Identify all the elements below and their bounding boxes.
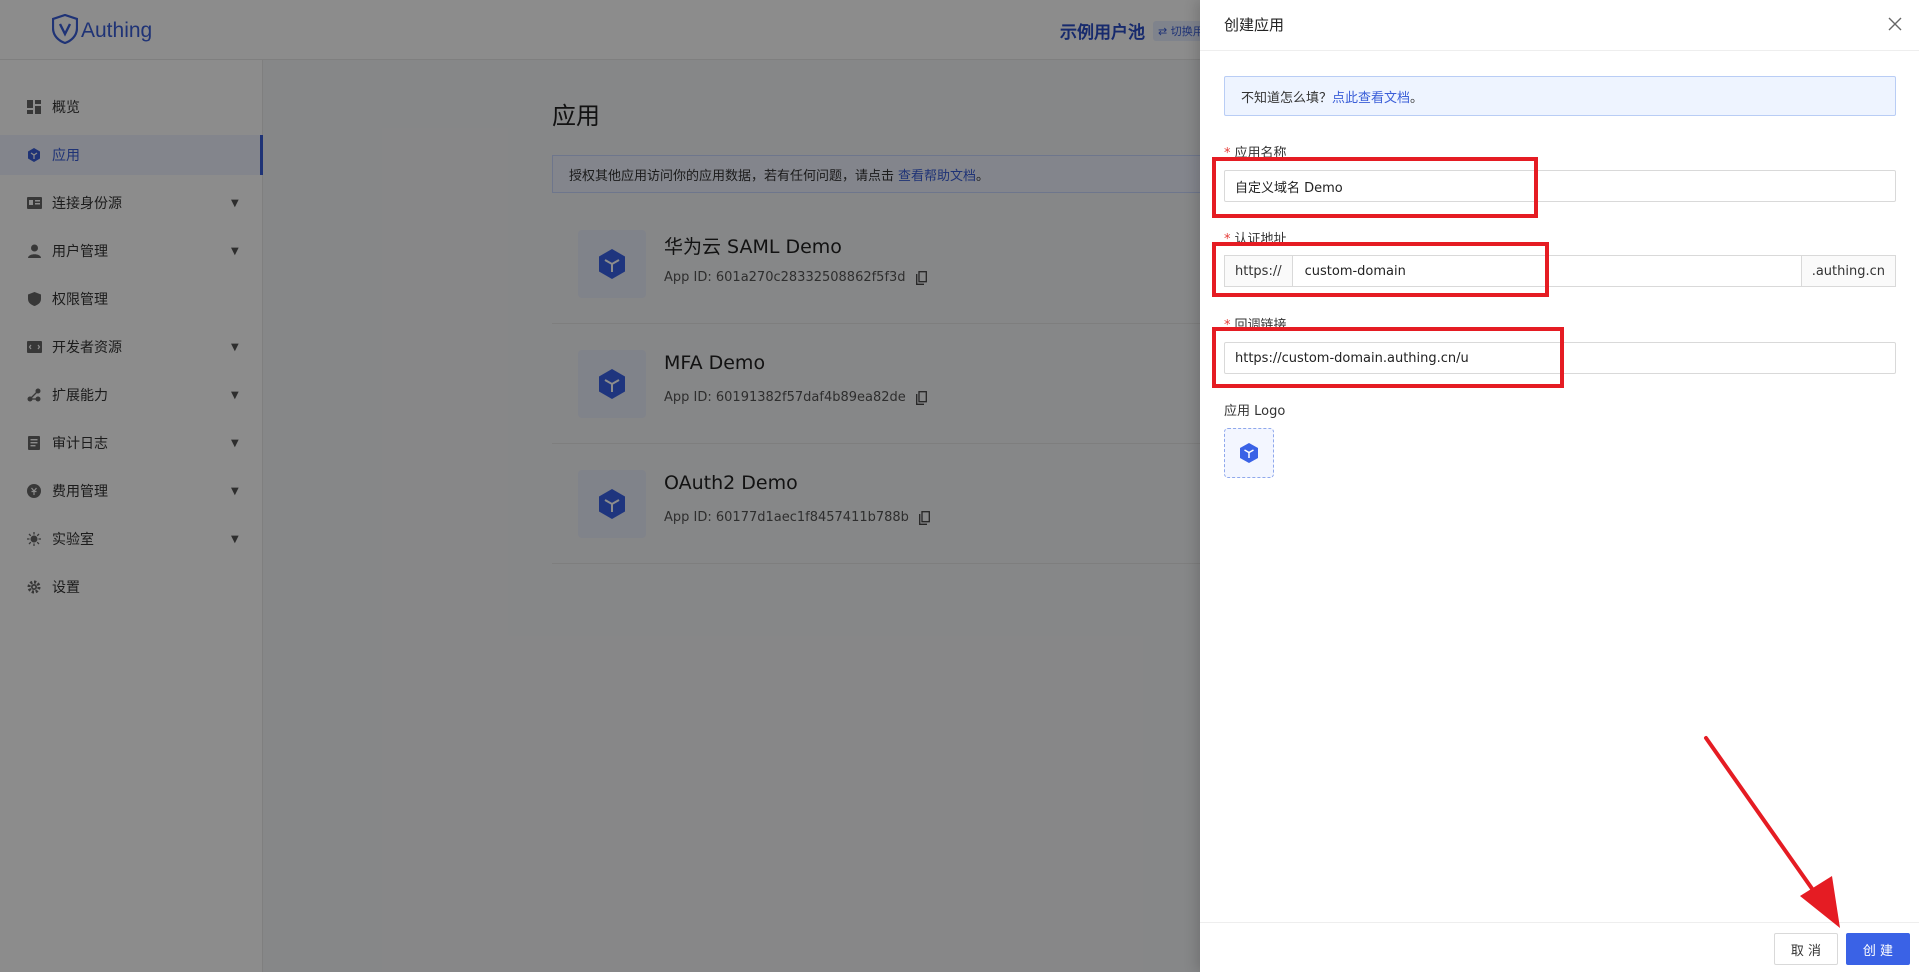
auth-address-label-text: 认证地址	[1234, 232, 1287, 247]
required-mark: *	[1224, 318, 1231, 333]
cancel-button[interactable]: 取 消	[1774, 933, 1838, 965]
app-name-input[interactable]	[1224, 170, 1896, 202]
create-app-drawer: 创建应用 不知道怎么填？ 点此查看文档 。 *应用名称 *认证地址 https:…	[1200, 0, 1919, 972]
close-button[interactable]	[1885, 14, 1905, 34]
auth-address-group: https:// .authing.cn	[1224, 255, 1896, 287]
app-name-label: * 应用名称	[1224, 142, 1287, 161]
create-button[interactable]: 创 建	[1846, 933, 1910, 965]
domain-suffix: .authing.cn	[1801, 255, 1896, 287]
tip-text: 不知道怎么填？	[1241, 90, 1333, 106]
required-mark: *	[1224, 232, 1231, 247]
drawer-footer: 取 消 创 建	[1200, 922, 1919, 972]
callback-url-label: * 回调链接	[1224, 314, 1287, 333]
drawer-header: 创建应用	[1200, 0, 1919, 51]
app-logo-label: 应用 Logo	[1224, 404, 1286, 419]
logo-upload-button[interactable]	[1224, 428, 1274, 478]
auth-address-label: * 认证地址	[1224, 228, 1287, 247]
callback-url-label-text: 回调链接	[1234, 318, 1287, 333]
https-prefix: https://	[1224, 255, 1292, 287]
callback-url-input[interactable]	[1224, 342, 1896, 374]
drawer-title: 创建应用	[1224, 16, 1285, 34]
auth-address-input[interactable]	[1291, 255, 1802, 287]
doc-tip-banner: 不知道怎么填？ 点此查看文档 。	[1224, 76, 1896, 116]
close-icon	[1888, 17, 1902, 31]
tip-suffix: 。	[1410, 90, 1424, 106]
cube-icon	[1240, 443, 1258, 463]
required-mark: *	[1224, 146, 1231, 161]
app-name-label-text: 应用名称	[1234, 146, 1287, 161]
doc-link[interactable]: 点此查看文档	[1332, 87, 1410, 106]
